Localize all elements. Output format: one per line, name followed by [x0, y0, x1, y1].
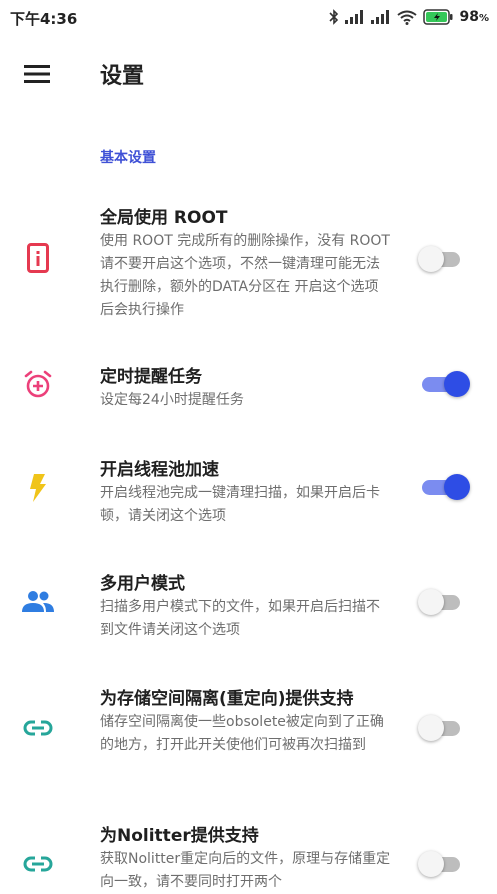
signal-icon [345, 10, 364, 24]
signal-icon [371, 10, 390, 24]
link-icon [22, 848, 54, 880]
menu-button[interactable] [20, 58, 56, 90]
setting-description: 设定每24小时提醒任务 [100, 392, 244, 408]
setting-scheduled-reminder[interactable]: 定时提醒任务 设定每24小时提醒任务 [0, 362, 497, 422]
hamburger-menu-icon [24, 65, 50, 83]
setting-title: 开启线程池加速 [100, 460, 219, 480]
setting-description: 开启线程池完成一键清理扫描，如果开启后卡顿，请关闭这个选项 [100, 485, 380, 524]
thread-pool-toggle[interactable] [418, 474, 470, 500]
root-toggle[interactable] [418, 246, 462, 272]
app-bar: 设置 [0, 46, 497, 102]
page-title: 设置 [100, 64, 145, 89]
setting-title: 为Nolitter提供支持 [100, 826, 259, 846]
status-icons: 98% [329, 6, 489, 28]
reminder-toggle[interactable] [418, 371, 470, 397]
setting-title: 定时提醒任务 [100, 367, 202, 387]
storage-isolation-toggle[interactable] [418, 715, 462, 741]
setting-multi-user[interactable]: 多用户模式 扫描多用户模式下的文件，如果开启后扫描不到文件请关闭这个选项 [0, 569, 497, 639]
setting-description: 使用 ROOT 完成所有的删除操作，没有 ROOT 请不要开启这个选项，不然一键… [100, 233, 390, 318]
phone-info-icon [22, 242, 54, 274]
people-icon [22, 585, 54, 617]
setting-description: 储存空间隔离使一些obsolete被定向到了正确的地方，打开此开关使他们可被再次… [100, 714, 384, 753]
setting-title: 为存储空间隔离(重定向)提供支持 [100, 689, 354, 709]
setting-nolitter[interactable]: 为Nolitter提供支持 获取Nolitter重定向后的文件，原理与存储重定向… [0, 821, 497, 890]
setting-description: 获取Nolitter重定向后的文件，原理与存储重定向一致，请不要同时打开两个 [100, 851, 391, 890]
battery-charging-icon [423, 9, 453, 25]
link-icon [22, 712, 54, 744]
wifi-icon [397, 10, 418, 25]
setting-description: 扫描多用户模式下的文件，如果开启后扫描不到文件请关闭这个选项 [100, 599, 380, 638]
battery-percent: 98% [459, 9, 489, 25]
status-bar: 下午4:36 98% [0, 0, 497, 34]
section-header: 基本设置 [100, 150, 156, 166]
status-time: 下午4:36 [10, 10, 78, 28]
nolitter-toggle[interactable] [418, 851, 462, 877]
setting-storage-isolation[interactable]: 为存储空间隔离(重定向)提供支持 储存空间隔离使一些obsolete被定向到了正… [0, 684, 497, 779]
setting-title: 多用户模式 [100, 574, 185, 594]
setting-global-root[interactable]: 全局使用 ROOT 使用 ROOT 完成所有的删除操作，没有 ROOT 请不要开… [0, 203, 497, 323]
setting-thread-pool[interactable]: 开启线程池加速 开启线程池完成一键清理扫描，如果开启后卡顿，请关闭这个选项 [0, 455, 497, 525]
bluetooth-icon [329, 9, 339, 25]
alarm-add-icon [22, 368, 54, 400]
setting-title: 全局使用 ROOT [100, 208, 228, 228]
flash-icon [22, 472, 54, 504]
multi-user-toggle[interactable] [418, 589, 462, 615]
